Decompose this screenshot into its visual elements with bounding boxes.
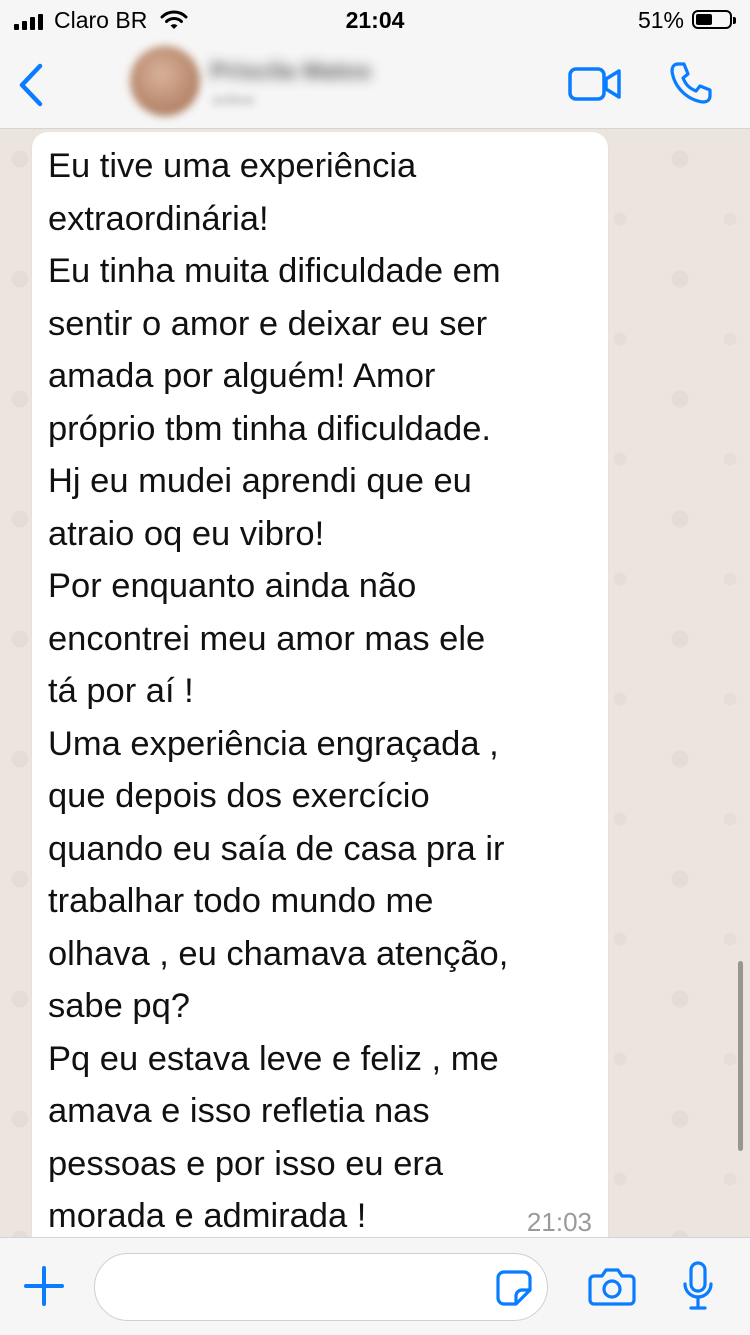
message-bubble[interactable]: Eu tive uma experiência extraordinária! … — [32, 132, 608, 1237]
message-text: Eu tive uma experiência extraordinária! … — [48, 147, 509, 1235]
back-button[interactable] — [14, 62, 54, 108]
avatar — [130, 46, 200, 116]
video-camera-icon — [568, 64, 622, 104]
plus-icon — [22, 1264, 66, 1308]
battery-icon — [692, 10, 736, 29]
camera-button[interactable] — [588, 1266, 636, 1308]
battery-percent: 51% — [637, 7, 684, 33]
chat-header: Priscila Matos online — [0, 40, 750, 129]
battery-fill — [696, 14, 712, 25]
video-call-button[interactable] — [568, 64, 622, 104]
voice-call-button[interactable] — [668, 60, 714, 106]
status-bar: Claro BR 21:04 51% — [0, 0, 750, 40]
camera-icon — [588, 1266, 636, 1308]
microphone-icon — [682, 1260, 714, 1314]
scrollbar[interactable] — [738, 961, 743, 1151]
phone-icon — [668, 60, 714, 106]
sticker-button[interactable] — [494, 1268, 534, 1308]
contact-info[interactable]: Priscila Matos online — [118, 46, 558, 122]
sticker-icon — [494, 1268, 534, 1308]
chat-area[interactable]: Eu tive uma experiência extraordinária! … — [0, 129, 750, 1237]
contact-status: online — [212, 92, 255, 109]
chevron-left-icon — [14, 62, 54, 108]
message-input[interactable] — [94, 1253, 548, 1321]
microphone-button[interactable] — [682, 1260, 714, 1314]
input-bar — [0, 1237, 750, 1335]
message-time: 21:03 — [526, 1207, 592, 1237]
contact-name: Priscila Matos — [210, 58, 372, 85]
attach-button[interactable] — [22, 1264, 66, 1308]
